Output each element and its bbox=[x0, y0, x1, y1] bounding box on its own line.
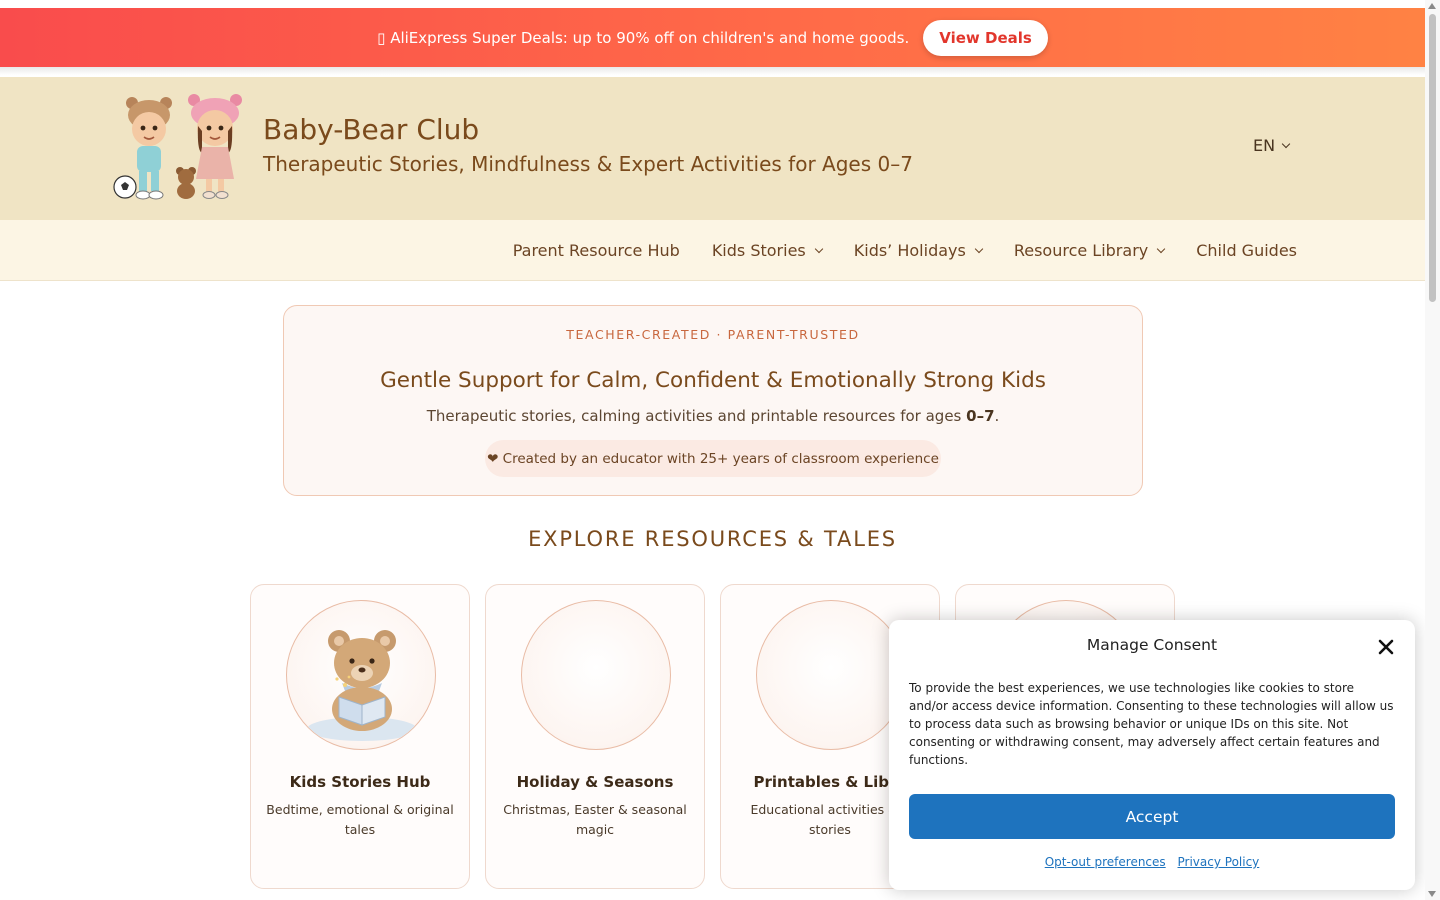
hero-age-range: 0–7 bbox=[966, 407, 995, 425]
chevron-down-icon bbox=[814, 244, 823, 253]
accept-button[interactable]: Accept bbox=[909, 794, 1395, 839]
chevron-down-icon bbox=[1281, 139, 1291, 148]
card-holiday-seasons[interactable]: Holiday & Seasons Christmas, Easter & se… bbox=[485, 584, 705, 889]
promo-banner: ▯ AliExpress Super Deals: up to 90% off … bbox=[0, 8, 1425, 67]
hero-subtitle: Therapeutic stories, calming activities … bbox=[284, 407, 1142, 425]
site-title[interactable]: Baby-Bear Club bbox=[263, 113, 479, 146]
card-image bbox=[286, 600, 436, 750]
view-deals-button[interactable]: View Deals bbox=[923, 19, 1048, 56]
card-description: Bedtime, emotional & original tales bbox=[266, 802, 454, 837]
hero-panel: TEACHER-CREATED · PARENT-TRUSTED Gentle … bbox=[283, 305, 1143, 496]
opt-out-preferences-link[interactable]: Opt-out preferences bbox=[1045, 855, 1166, 869]
nav-item-label: Kids Stories bbox=[711, 241, 806, 260]
consent-title: Manage Consent bbox=[1086, 636, 1218, 654]
consent-body: To provide the best experiences, we use … bbox=[909, 681, 1394, 767]
card-title: Holiday & Seasons bbox=[516, 773, 674, 791]
card-image bbox=[521, 600, 671, 750]
language-selector[interactable]: EN bbox=[1253, 136, 1291, 155]
gift-icon: ▯ bbox=[377, 28, 391, 47]
nav-item-label: Resource Library bbox=[1013, 241, 1149, 260]
nav-item-kids-stories[interactable]: Kids Stories bbox=[711, 241, 823, 260]
scroll-up-icon[interactable] bbox=[1428, 3, 1436, 9]
promo-text: ▯ AliExpress Super Deals: up to 90% off … bbox=[377, 29, 909, 47]
scroll-down-icon[interactable] bbox=[1428, 891, 1436, 897]
close-icon[interactable] bbox=[1375, 636, 1397, 658]
hero-kicker: TEACHER-CREATED · PARENT-TRUSTED bbox=[566, 327, 860, 342]
consent-dialog: Manage Consent To provide the best exper… bbox=[889, 620, 1415, 890]
teddy-bear-reading-icon bbox=[307, 630, 417, 741]
section-heading: EXPLORE RESOURCES & TALES bbox=[528, 527, 897, 551]
privacy-policy-link[interactable]: Privacy Policy bbox=[1178, 855, 1260, 869]
nav-item-label: Kids’ Holidays bbox=[853, 241, 966, 260]
hero-subtitle-text: Therapeutic stories, calming activities … bbox=[426, 407, 967, 425]
nav-item-parent-resource-hub[interactable]: Parent Resource Hub bbox=[513, 241, 680, 260]
site-tagline: Therapeutic Stories, Mindfulness & Exper… bbox=[263, 152, 913, 176]
hero-subtitle-end: . bbox=[994, 407, 1000, 425]
scrollbar-thumb[interactable] bbox=[1429, 14, 1436, 302]
promo-divider bbox=[0, 67, 1425, 75]
card-kids-stories-hub[interactable]: Kids Stories Hub Bedtime, emotional & or… bbox=[250, 584, 470, 889]
chevron-down-icon bbox=[1156, 244, 1166, 253]
educator-badge: ❤ Created by an educator with 25+ years … bbox=[485, 440, 941, 477]
consent-links: Opt-out preferences Privacy Policy bbox=[889, 855, 1415, 869]
main-nav: Parent Resource Hub Kids Stories Kids’ H… bbox=[0, 220, 1425, 281]
nav-item-label: Child Guides bbox=[1196, 241, 1297, 260]
chevron-down-icon bbox=[974, 244, 984, 253]
site-logo[interactable] bbox=[110, 91, 250, 207]
hero-title: Gentle Support for Calm, Confident & Emo… bbox=[380, 368, 1046, 393]
nav-item-kids-holidays[interactable]: Kids’ Holidays bbox=[853, 241, 984, 260]
card-description: Christmas, Easter & seasonal magic bbox=[503, 802, 687, 837]
nav-item-resource-library[interactable]: Resource Library bbox=[1013, 241, 1166, 260]
nav-item-child-guides[interactable]: Child Guides bbox=[1196, 241, 1297, 260]
card-title: Kids Stories Hub bbox=[289, 773, 431, 791]
nav-item-label: Parent Resource Hub bbox=[512, 241, 680, 260]
page-scrollbar[interactable] bbox=[1425, 0, 1440, 900]
site-header: Baby-Bear Club Therapeutic Stories, Mind… bbox=[0, 77, 1425, 220]
language-label: EN bbox=[1253, 136, 1276, 155]
card-image bbox=[756, 600, 906, 750]
promo-message: AliExpress Super Deals: up to 90% off on… bbox=[390, 28, 910, 47]
